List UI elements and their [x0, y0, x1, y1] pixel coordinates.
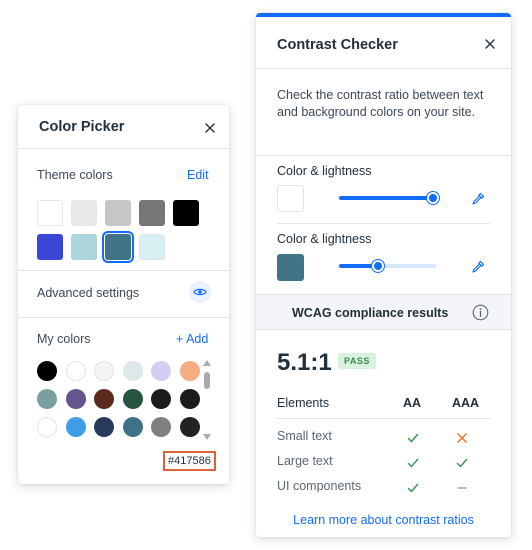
my-color-swatch[interactable] — [37, 361, 57, 381]
my-color-swatch[interactable] — [179, 417, 200, 437]
my-colors-label: My colors — [37, 332, 91, 346]
scroll-thumb[interactable] — [204, 372, 210, 389]
scroll-down-icon[interactable] — [203, 434, 211, 440]
wcag-results-header: WCAG compliance results — [256, 294, 511, 330]
table-row-label: Small text — [277, 429, 332, 443]
my-color-swatch[interactable] — [122, 361, 143, 381]
close-icon[interactable] — [202, 120, 218, 136]
divider — [277, 223, 490, 224]
my-color-swatch[interactable] — [122, 417, 143, 437]
theme-color-swatch[interactable] — [37, 234, 63, 260]
color1-label: Color & lightness — [277, 164, 372, 178]
hex-value-field[interactable]: #417586 — [163, 451, 216, 471]
table-header-elements: Elements — [277, 396, 330, 410]
color2-label: Color & lightness — [277, 232, 372, 246]
theme-colors-label: Theme colors — [37, 168, 113, 182]
check-icon — [407, 456, 419, 468]
check-icon — [456, 456, 468, 468]
scroll-up-icon[interactable] — [203, 360, 211, 366]
eyedropper-icon[interactable] — [470, 191, 486, 207]
slider-fill — [339, 196, 433, 200]
check-icon — [407, 481, 419, 493]
edit-theme-colors-link[interactable]: Edit — [187, 168, 209, 182]
close-icon[interactable] — [482, 36, 498, 52]
color1-lightness-slider[interactable] — [339, 192, 439, 204]
my-color-swatch[interactable] — [122, 389, 143, 409]
slider-handle[interactable] — [427, 192, 439, 204]
my-color-swatch[interactable] — [65, 417, 86, 437]
color1-swatch[interactable] — [277, 185, 304, 212]
table-header-aaa: AAA — [452, 396, 480, 410]
info-icon[interactable] — [472, 304, 489, 321]
theme-color-swatch[interactable] — [173, 200, 199, 226]
my-color-swatch[interactable] — [37, 417, 57, 437]
theme-color-swatch[interactable] — [139, 200, 165, 226]
my-color-swatch[interactable] — [151, 417, 171, 437]
table-row-label: Large text — [277, 454, 333, 468]
contrast-checker-title: Contrast Checker — [277, 37, 398, 53]
my-colors-scrollbar[interactable] — [202, 360, 212, 440]
theme-color-swatch[interactable] — [102, 231, 134, 263]
wcag-title: WCAG compliance results — [292, 306, 449, 320]
table-divider — [277, 418, 490, 419]
table-header-aa: AA — [403, 396, 422, 410]
theme-color-swatch[interactable] — [37, 200, 63, 226]
divider — [18, 270, 229, 271]
table-row-label: UI components — [277, 479, 362, 493]
color2-lightness-slider[interactable] — [339, 260, 436, 272]
dash-icon — [456, 481, 468, 493]
my-color-swatch[interactable] — [151, 361, 171, 381]
my-color-swatch[interactable] — [94, 361, 114, 381]
my-color-swatch[interactable] — [94, 389, 114, 409]
my-color-swatch[interactable] — [37, 389, 57, 409]
theme-color-swatch[interactable] — [105, 200, 131, 226]
description-text: Check the contrast ratio between text an… — [277, 88, 484, 119]
my-color-swatch[interactable] — [179, 361, 200, 381]
my-color-swatch[interactable] — [151, 389, 171, 409]
check-icon — [407, 431, 419, 443]
theme-color-swatch[interactable] — [71, 200, 97, 226]
divider — [18, 317, 229, 318]
contrast-checker-header: Contrast Checker — [256, 17, 511, 69]
status-badge: PASS — [338, 353, 376, 369]
contrast-checker-panel: Contrast Checker Check the contrast rati… — [256, 13, 511, 537]
my-color-swatch[interactable] — [179, 389, 200, 409]
advanced-settings-label: Advanced settings — [37, 286, 140, 300]
eye-icon — [193, 288, 207, 296]
theme-color-swatch[interactable] — [71, 234, 97, 260]
divider — [256, 155, 511, 156]
color-picker-title: Color Picker — [39, 119, 125, 135]
contrast-ratio: 5.1:1 — [277, 349, 332, 376]
learn-more-link[interactable]: Learn more about contrast ratios — [256, 513, 511, 527]
my-color-swatch[interactable] — [94, 417, 114, 437]
add-color-link[interactable]: + Add — [176, 332, 208, 346]
color2-swatch[interactable] — [277, 254, 304, 281]
my-color-swatch[interactable] — [65, 361, 86, 381]
my-color-swatch[interactable] — [65, 389, 86, 409]
color-picker-header: Color Picker — [18, 105, 229, 149]
color-picker-panel: Color Picker Theme colors Edit Advanced … — [18, 105, 229, 484]
eyedropper-icon[interactable] — [470, 259, 486, 275]
cross-icon — [456, 431, 468, 443]
theme-color-swatch[interactable] — [139, 234, 165, 260]
slider-handle[interactable] — [372, 260, 384, 272]
advanced-settings-button[interactable] — [189, 281, 211, 303]
